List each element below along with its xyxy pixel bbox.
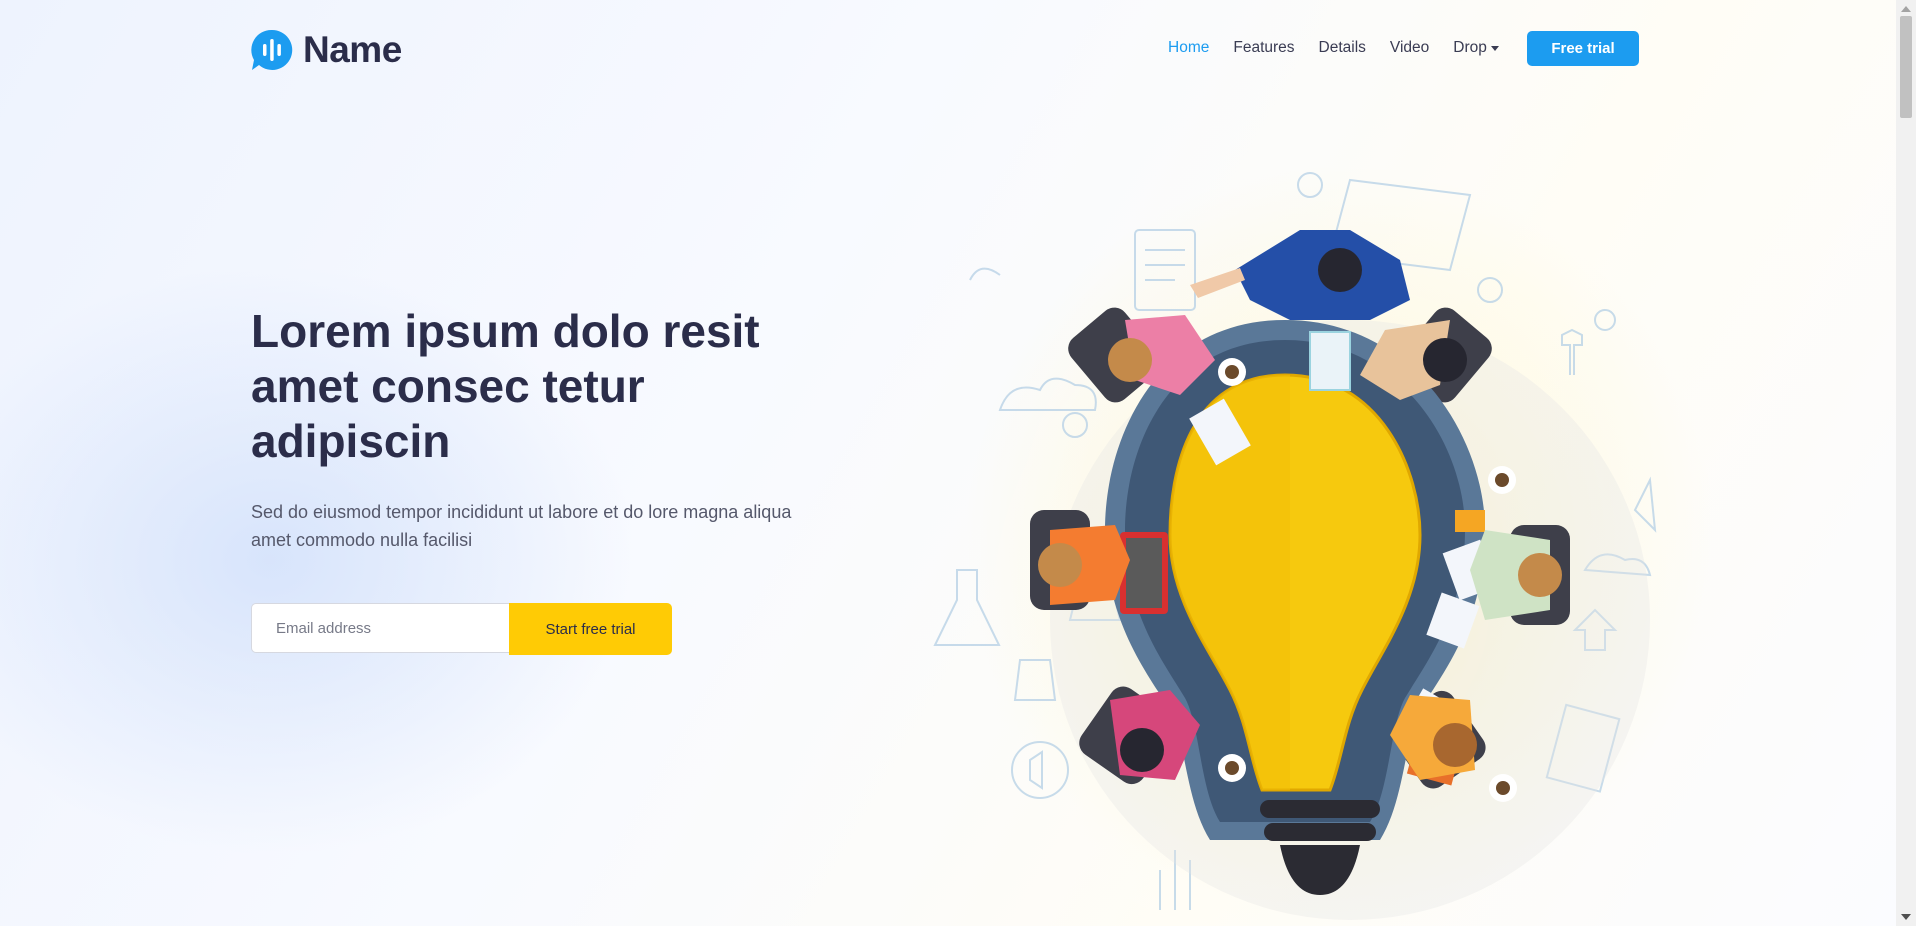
caret-down-icon xyxy=(1490,45,1499,51)
vertical-scrollbar[interactable] xyxy=(1896,0,1916,926)
scroll-thumb[interactable] xyxy=(1900,16,1912,118)
hero-subtitle: Sed do eiusmod tempor incididunt ut labo… xyxy=(251,502,792,550)
hero-title: Lorem ipsum dolo resit amet consec tetur… xyxy=(251,305,760,467)
scroll-up-arrow-icon[interactable] xyxy=(1901,6,1911,12)
team-meeting-illustration xyxy=(933,172,1700,926)
signup-form: Start free trial xyxy=(251,603,672,655)
nav-drop-dropdown[interactable]: Drop xyxy=(1453,38,1499,58)
brand-name: Name xyxy=(303,29,402,70)
main-nav: Home Features Details Video Drop xyxy=(1168,38,1523,58)
start-free-trial-button[interactable]: Start free trial xyxy=(509,603,672,655)
nav-video[interactable]: Video xyxy=(1390,38,1429,58)
scroll-down-arrow-icon[interactable] xyxy=(1901,914,1911,920)
nav-home[interactable]: Home xyxy=(1168,38,1209,58)
sound-bars-chat-bubble-icon xyxy=(251,29,293,71)
brand-logo[interactable]: Name xyxy=(251,29,402,71)
nav-drop-label: Drop xyxy=(1453,39,1487,56)
nav-details[interactable]: Details xyxy=(1319,38,1366,58)
email-input[interactable] xyxy=(251,603,509,653)
free-trial-button[interactable]: Free trial xyxy=(1527,31,1639,66)
nav-features[interactable]: Features xyxy=(1233,38,1294,58)
